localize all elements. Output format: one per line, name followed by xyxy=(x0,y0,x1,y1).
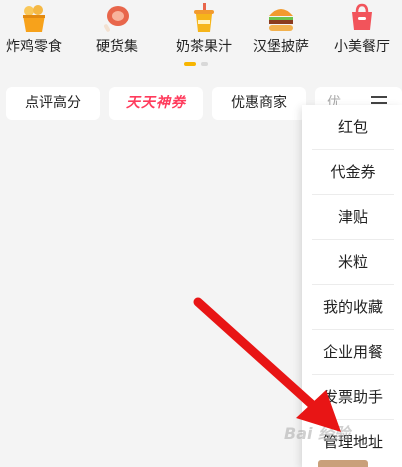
category-restaurant[interactable]: 小美餐厅 xyxy=(321,0,402,56)
milk-tea-icon xyxy=(188,2,220,34)
pager-dot-active xyxy=(184,62,196,66)
category-label: 炸鸡零食 xyxy=(6,39,62,55)
burger-icon xyxy=(265,2,297,34)
dropdown-menu: 红包 代金券 津贴 米粒 我的收藏 企业用餐 发票助手 管理地址 xyxy=(302,105,402,467)
filter-chip-daily-coupon[interactable]: 天天神券 xyxy=(109,87,203,120)
menu-item-favorites[interactable]: 我的收藏 xyxy=(312,285,394,330)
category-label: 奶茶果汁 xyxy=(176,39,232,55)
category-label: 小美餐厅 xyxy=(334,39,390,55)
menu-item-allowance[interactable]: 津贴 xyxy=(312,195,394,240)
menu-item-enterprise-dining[interactable]: 企业用餐 xyxy=(312,330,394,375)
menu-item-vouchers[interactable]: 代金券 xyxy=(312,150,394,195)
pager-dot xyxy=(201,62,208,66)
filter-chip-discount-merchants[interactable]: 优惠商家 xyxy=(212,87,306,120)
category-burger[interactable]: 汉堡披萨 xyxy=(240,0,322,56)
category-fried-chicken[interactable]: 炸鸡零食 xyxy=(0,0,75,56)
category-milk-tea[interactable]: 奶茶果汁 xyxy=(163,0,245,56)
menu-item-invoice-assistant[interactable]: 发票助手 xyxy=(312,375,394,420)
menu-item-red-packet[interactable]: 红包 xyxy=(312,105,394,150)
category-label: 硬货集 xyxy=(96,39,138,55)
fried-chicken-icon xyxy=(18,2,50,34)
category-hard-goods[interactable]: 硬货集 xyxy=(76,0,158,56)
restaurant-icon xyxy=(346,2,378,34)
category-row: 炸鸡零食 硬货集 奶茶果汁 汉堡披萨 小美餐厅 xyxy=(0,0,402,72)
watermark: Bai 经验 xyxy=(284,424,351,443)
food-thumbnail xyxy=(318,460,368,467)
menu-item-rice-points[interactable]: 米粒 xyxy=(312,240,394,285)
meat-icon xyxy=(101,2,133,34)
filter-chip-top-rated[interactable]: 点评高分 xyxy=(6,87,100,120)
category-label: 汉堡披萨 xyxy=(253,39,309,55)
